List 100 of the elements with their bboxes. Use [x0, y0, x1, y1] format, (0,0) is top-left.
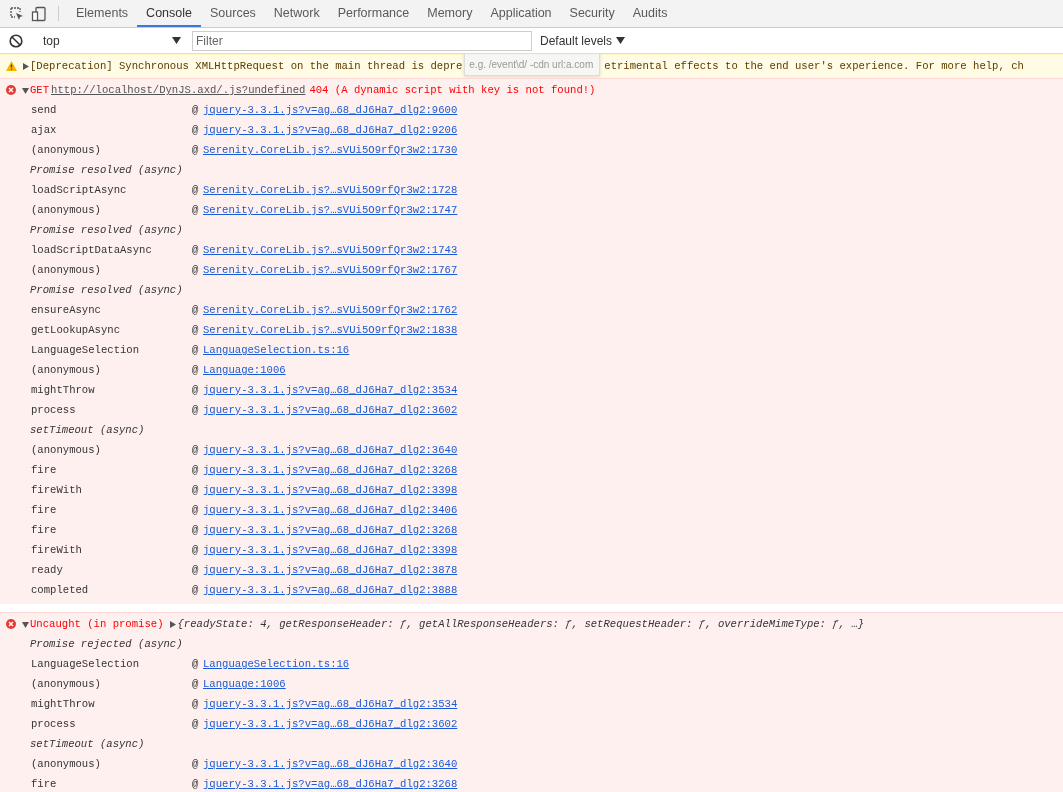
source-link[interactable]: jquery-3.3.1.js?v=ag…68_dJ6Ha7_dlg2:3268 — [203, 464, 458, 476]
at-sign: @ — [192, 124, 199, 136]
function-name: completed — [31, 584, 90, 596]
error-status: 404 (A dynamic script with key is not found!) — [309, 84, 596, 96]
source-link[interactable]: Serenity.CoreLib.js?…sVUi5O9rfQr3w2:1743 — [203, 244, 458, 256]
filter-field[interactable]: Filter — [192, 30, 532, 51]
at-sign: @ — [192, 244, 199, 256]
at-sign: @ — [192, 264, 199, 276]
collapsed-arrow-icon[interactable] — [169, 620, 176, 628]
source-link[interactable]: Serenity.CoreLib.js?…sVUi5O9rfQr3w2:1730 — [203, 144, 458, 156]
function-name: send — [31, 104, 58, 116]
function-name: (anonymous) — [31, 364, 102, 376]
expanded-arrow-icon[interactable] — [21, 620, 29, 628]
async-label: Promise resolved (async) — [30, 224, 183, 236]
panel-tab[interactable]: Security — [560, 0, 624, 27]
function-name: (anonymous) — [31, 758, 102, 770]
at-sign: @ — [192, 304, 199, 316]
async-label: setTimeout (async) — [30, 738, 145, 750]
context-dropdown[interactable]: top — [41, 30, 185, 51]
at-sign: @ — [192, 344, 199, 356]
function-name: ajax — [31, 124, 58, 136]
source-link[interactable]: jquery-3.3.1.js?v=ag…68_dJ6Ha7_dlg2:3878 — [203, 564, 458, 576]
async-label: Promise resolved (async) — [30, 284, 183, 296]
source-link[interactable]: jquery-3.3.1.js?v=ag…68_dJ6Ha7_dlg2:3534 — [203, 698, 458, 710]
source-link[interactable]: jquery-3.3.1.js?v=ag…68_dJ6Ha7_dlg2:3398 — [203, 484, 458, 496]
at-sign: @ — [192, 698, 199, 710]
caret-icon — [172, 37, 181, 44]
warning-message: etrimental effects to the end user's experience. For more help, ch — [604, 60, 1024, 72]
panel-tab[interactable]: Audits — [623, 0, 677, 27]
source-link[interactable]: jquery-3.3.1.js?v=ag…68_dJ6Ha7_dlg2:3534 — [203, 384, 458, 396]
source-link[interactable]: jquery-3.3.1.js?v=ag…68_dJ6Ha7_dlg2:9206 — [203, 124, 458, 136]
at-sign: @ — [192, 384, 199, 396]
at-sign: @ — [192, 204, 199, 216]
source-link[interactable]: jquery-3.3.1.js?v=ag…68_dJ6Ha7_dlg2:3268 — [203, 778, 458, 790]
at-sign: @ — [192, 778, 199, 790]
source-link[interactable]: jquery-3.3.1.js?v=ag…68_dJ6Ha7_dlg2:3602 — [203, 718, 458, 730]
function-name: fireWith — [31, 484, 83, 496]
at-sign: @ — [192, 484, 199, 496]
at-sign: @ — [192, 464, 199, 476]
source-link[interactable]: Language:1006 — [203, 678, 286, 690]
levels-dropdown[interactable]: Default levels — [540, 33, 626, 48]
panel-tab[interactable]: Network — [264, 0, 329, 27]
source-link[interactable]: Serenity.CoreLib.js?…sVUi5O9rfQr3w2:1838 — [203, 324, 458, 336]
source-link[interactable]: jquery-3.3.1.js?v=ag…68_dJ6Ha7_dlg2:3640 — [203, 758, 458, 770]
function-name: ready — [31, 564, 64, 576]
function-name: fireWith — [31, 544, 83, 556]
error-icon — [6, 85, 16, 95]
panel-tab[interactable]: Performance — [328, 0, 419, 27]
source-link[interactable]: Serenity.CoreLib.js?…sVUi5O9rfQr3w2:1747 — [203, 204, 458, 216]
warning-message: [Deprecation] Synchronous XMLHttpRequest on the main thread is depre — [30, 60, 463, 72]
source-link[interactable]: jquery-3.3.1.js?v=ag…68_dJ6Ha7_dlg2:3602 — [203, 404, 458, 416]
source-link[interactable]: LanguageSelection.ts:16 — [203, 344, 350, 356]
source-link[interactable]: jquery-3.3.1.js?v=ag…68_dJ6Ha7_dlg2:3640 — [203, 444, 458, 456]
clear-icon[interactable] — [8, 33, 24, 48]
function-name: (anonymous) — [31, 144, 102, 156]
source-link[interactable]: Serenity.CoreLib.js?…sVUi5O9rfQr3w2:1767 — [203, 264, 458, 276]
source-link[interactable]: Serenity.CoreLib.js?…sVUi5O9rfQr3w2:1728 — [203, 184, 458, 196]
at-sign: @ — [192, 184, 199, 196]
at-sign: @ — [192, 758, 199, 770]
function-name: mightThrow — [31, 698, 96, 710]
at-sign: @ — [192, 364, 199, 376]
panel-tab[interactable]: Memory — [418, 0, 482, 27]
request-method: GET — [30, 84, 50, 96]
source-link[interactable]: LanguageSelection.ts:16 — [203, 658, 350, 670]
panel-tab[interactable]: Console — [137, 0, 201, 27]
request-url[interactable]: http://localhost/DynJS.axd/.js?undefined — [51, 84, 306, 96]
function-name: (anonymous) — [31, 678, 102, 690]
function-name: LanguageSelection — [31, 658, 141, 670]
at-sign: @ — [192, 564, 199, 576]
panel-tab[interactable]: Sources — [201, 0, 265, 27]
at-sign: @ — [192, 104, 199, 116]
at-sign: @ — [192, 678, 199, 690]
caret-icon — [616, 37, 626, 44]
function-name: mightThrow — [31, 384, 96, 396]
at-sign: @ — [192, 324, 199, 336]
source-link[interactable]: Serenity.CoreLib.js?…sVUi5O9rfQr3w2:1762 — [203, 304, 458, 316]
function-name: loadScriptAsync — [31, 184, 128, 196]
function-name: getLookupAsync — [31, 324, 121, 336]
panel-tab[interactable]: Application — [481, 0, 561, 27]
source-link[interactable]: jquery-3.3.1.js?v=ag…68_dJ6Ha7_dlg2:9600 — [203, 104, 458, 116]
at-sign: @ — [192, 584, 199, 596]
async-label: Promise rejected (async) — [30, 638, 183, 650]
at-sign: @ — [192, 544, 199, 556]
collapsed-arrow-icon[interactable] — [21, 62, 29, 70]
source-link[interactable]: jquery-3.3.1.js?v=ag…68_dJ6Ha7_dlg2:3406 — [203, 504, 458, 516]
object-preview: {readyState: 4, getResponseHeader: ƒ, getAllResponseHeaders: ƒ, setRequestHeader: ƒ, overrideMimeType: ƒ, …} — [177, 618, 865, 630]
expanded-arrow-icon[interactable] — [21, 86, 29, 94]
function-name: (anonymous) — [31, 204, 102, 216]
function-name: process — [31, 404, 77, 416]
source-link[interactable]: jquery-3.3.1.js?v=ag…68_dJ6Ha7_dlg2:3888 — [203, 584, 458, 596]
panel-tab[interactable]: Elements — [67, 0, 138, 27]
source-link[interactable]: jquery-3.3.1.js?v=ag…68_dJ6Ha7_dlg2:3398 — [203, 544, 458, 556]
at-sign: @ — [192, 718, 199, 730]
source-link[interactable]: jquery-3.3.1.js?v=ag…68_dJ6Ha7_dlg2:3268 — [203, 524, 458, 536]
function-name: fire — [31, 464, 58, 476]
function-name: loadScriptDataAsync — [31, 244, 153, 256]
at-sign: @ — [192, 504, 199, 516]
async-label: setTimeout (async) — [30, 424, 145, 436]
source-link[interactable]: Language:1006 — [203, 364, 286, 376]
at-sign: @ — [192, 658, 199, 670]
